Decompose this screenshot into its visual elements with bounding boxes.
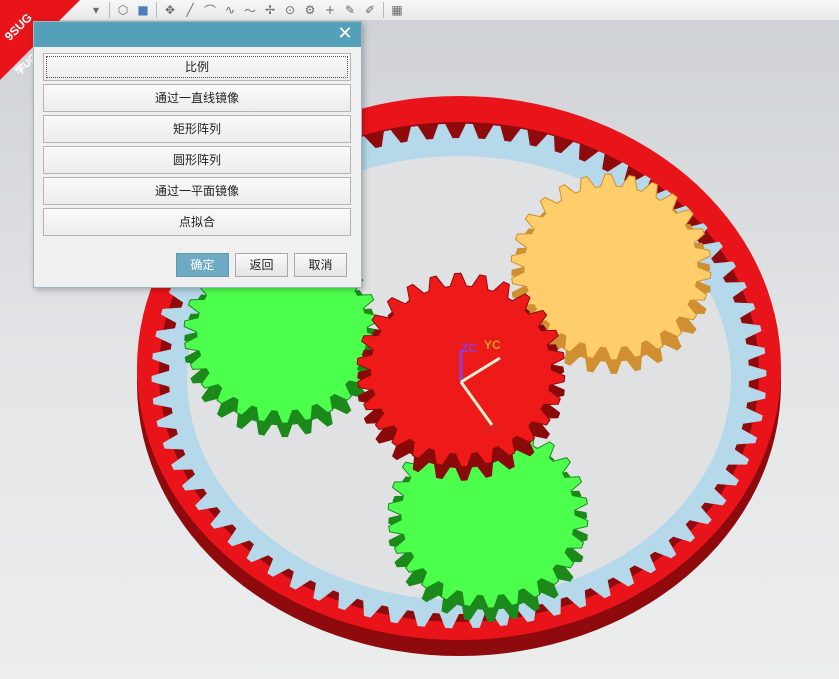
triad-xc-label: XC xyxy=(483,422,500,436)
triad-yc-label: YC xyxy=(484,338,501,352)
solid-cube-icon[interactable]: ■ xyxy=(133,1,153,19)
mirror-through-line-button[interactable]: 通过一直线镜像 xyxy=(43,84,351,112)
cancel-button[interactable]: 取消 xyxy=(294,253,347,277)
scale-button[interactable]: 比例 xyxy=(43,53,351,81)
point-fit-button[interactable]: 点拟合 xyxy=(43,208,351,236)
gear-icon[interactable]: ⚙ xyxy=(300,1,320,19)
toolbar-divider xyxy=(383,2,384,18)
pencil-icon[interactable]: ✎ xyxy=(340,1,360,19)
curve-icon[interactable]: 〜 xyxy=(240,1,260,19)
circular-array-button[interactable]: 圆形阵列 xyxy=(43,146,351,174)
edit-icon[interactable]: ✐ xyxy=(360,1,380,19)
toolbar-divider xyxy=(109,2,110,18)
toolbar: ▾ ⬡ ■ ✥ ╱ ⌒ ∿ 〜 ✢ ⊙ ⚙ + ✎ ✐ ▦ xyxy=(0,0,839,21)
circle-icon[interactable]: ⊙ xyxy=(280,1,300,19)
transform-dialog: ✕ 比例 通过一直线镜像 矩形阵列 圆形阵列 通过一平面镜像 点拟合 确定 返回… xyxy=(33,21,362,288)
dialog-title-bar[interactable]: ✕ xyxy=(34,22,361,47)
spline-icon[interactable]: ∿ xyxy=(220,1,240,19)
mirror-through-plane-button[interactable]: 通过一平面镜像 xyxy=(43,177,351,205)
dialog-options: 比例 通过一直线镜像 矩形阵列 圆形阵列 通过一平面镜像 点拟合 xyxy=(34,47,361,236)
grid-icon[interactable]: ▦ xyxy=(387,1,407,19)
ok-button[interactable]: 确定 xyxy=(176,253,229,277)
move-icon[interactable]: ✥ xyxy=(160,1,180,19)
toolbar-divider xyxy=(156,2,157,18)
line-icon[interactable]: ╱ xyxy=(180,1,200,19)
point-icon[interactable]: ✢ xyxy=(260,1,280,19)
close-icon[interactable]: ✕ xyxy=(335,24,355,44)
plus-icon[interactable]: + xyxy=(320,1,340,19)
triad-zc-label: ZC xyxy=(461,341,477,355)
back-button[interactable]: 返回 xyxy=(235,253,288,277)
arc-icon[interactable]: ⌒ xyxy=(200,1,220,19)
rectangular-array-button[interactable]: 矩形阵列 xyxy=(43,115,351,143)
cube-icon[interactable]: ⬡ xyxy=(113,1,133,19)
dialog-footer: 确定 返回 取消 xyxy=(176,253,347,277)
